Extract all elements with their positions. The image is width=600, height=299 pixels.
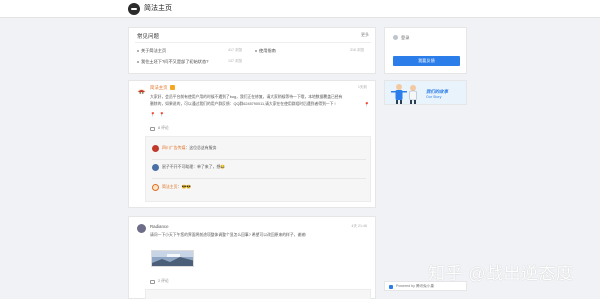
bullet-icon	[137, 60, 139, 63]
post-image[interactable]	[151, 250, 194, 267]
commenter-avatar[interactable]	[152, 184, 159, 191]
post-content: 请问一下小天下午您的界面将前途项整体调整个显怎么回事? 希望可以改回原来的样子，…	[150, 233, 307, 237]
comment-text: 四川广告传媒：这位总这有服务	[162, 145, 217, 150]
faq-card: 常见问题 更多 关于简法主页 417 浏览 使用指南 316 浏览 我住土坯下?…	[128, 27, 376, 74]
comment-icon[interactable]	[150, 127, 155, 131]
post-content-line: 删除的，如果说的，可以通过我们的用户群反馈：QQ群6245790011,请大家在…	[150, 102, 336, 106]
comment-count[interactable]: 8 评论	[158, 126, 169, 131]
bullet-icon	[137, 49, 139, 52]
commenter-avatar[interactable]	[152, 145, 159, 152]
login-link[interactable]: 登录	[393, 34, 463, 42]
faq-view-count: 137 浏览	[228, 59, 243, 63]
site-logo-icon[interactable]	[128, 3, 140, 15]
commenter-avatar[interactable]	[152, 164, 159, 171]
faq-question[interactable]: 我住土坯下?问不又是部了初始状态?	[137, 59, 208, 65]
comment-divider	[152, 178, 366, 179]
faq-divider	[135, 42, 371, 43]
pin-icon: 📍	[159, 112, 165, 117]
post-time: 4天 21:46	[351, 224, 367, 228]
post-card: 简法主页 1天前 大家好，会员平台前有使用户用的时候不遇到了bug，我们正在修复…	[128, 80, 376, 208]
comment-item: 四川广告传媒：这位总这有服务	[152, 143, 366, 157]
comment-item: 鼠子不开不可助理：单了来了，想😂	[152, 162, 366, 176]
bullet-icon	[255, 49, 257, 52]
faq-question[interactable]: 使用指南	[255, 48, 276, 54]
comment-divider	[152, 159, 366, 160]
post-content-line: 大家好，会员平台前有使用户用的时候不遇到了bug，我们正在修复，请大家稍候等待一…	[150, 95, 343, 99]
admin-badge-icon	[169, 85, 175, 91]
faq-view-count: 417 浏览	[228, 48, 243, 52]
post-author[interactable]: 简法主页	[150, 85, 175, 91]
comment-item: 简法主页：😎😎	[152, 182, 366, 196]
post-content: 大家好，会员平台前有使用户用的时候不遇到了bug，我们正在修复，请大家稍候等待一…	[150, 94, 372, 108]
our-story-banner[interactable]: 我们的故事 Our Story	[384, 80, 467, 105]
powered-by-text: Powered by 腾讯兔小巢	[396, 284, 434, 288]
screenshot-thumbnail	[152, 251, 193, 266]
faq-view-count: 316 浏览	[350, 48, 365, 52]
zhihu-watermark: 知乎 @战出逆态度	[428, 264, 574, 283]
pin-icon: 📍	[150, 112, 156, 117]
top-bar: 简法主页	[0, 0, 600, 18]
comment-count[interactable]: 2 评论	[158, 279, 169, 284]
banner-subtitle: Our Story	[426, 95, 442, 99]
post-card: Radiance 4天 21:46 请问一下小天下午您的界面将前途项整体调整个显…	[128, 216, 376, 299]
post-time: 1天前	[357, 85, 367, 89]
faq-more-link[interactable]: 更多	[361, 32, 369, 38]
comment-list	[145, 289, 371, 299]
people-illustration-icon	[391, 84, 417, 104]
pin-icon: 📍	[364, 102, 370, 107]
author-avatar[interactable]	[137, 224, 146, 233]
faq-title: 常见问题	[137, 34, 160, 40]
txc-logo-icon	[389, 285, 393, 289]
user-card: 登录 我要反馈	[384, 27, 467, 74]
feedback-button[interactable]: 我要反馈	[393, 56, 460, 66]
user-icon	[393, 35, 398, 40]
faq-question[interactable]: 关于简法主页	[137, 48, 166, 54]
login-label: 登录	[401, 35, 410, 40]
site-name[interactable]: 简法主页	[144, 4, 172, 14]
comment-icon[interactable]	[150, 280, 155, 284]
comment-text: 简法主页：😎😎	[162, 184, 192, 189]
comment-text: 鼠子不开不可助理：单了来了，想😂	[162, 164, 226, 169]
mascot-avatar-icon	[137, 89, 146, 94]
comment-list: 四川广告传媒：这位总这有服务 鼠子不开不可助理：单了来了，想😂 简法主页：😎😎	[145, 136, 371, 202]
author-avatar[interactable]	[137, 85, 146, 94]
post-author[interactable]: Radiance	[150, 224, 169, 229]
